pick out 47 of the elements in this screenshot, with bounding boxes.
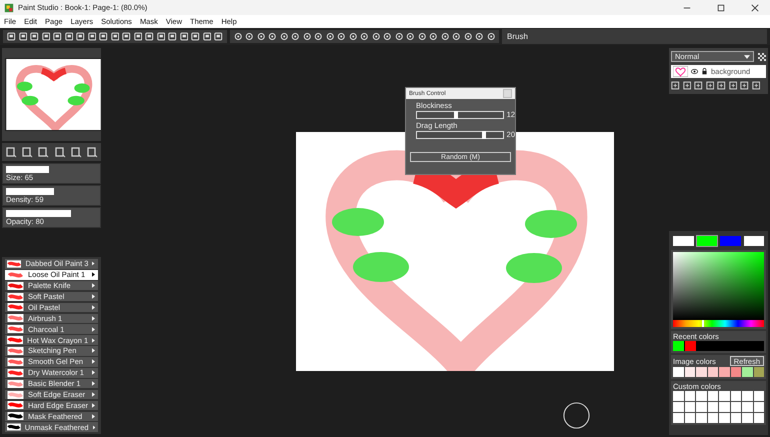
recent-color-swatch[interactable] (673, 341, 684, 351)
image-color-swatch[interactable] (730, 367, 741, 377)
image-color-swatch[interactable] (754, 367, 764, 377)
brush-option-icon[interactable] (5, 146, 18, 158)
layer-thumbnail (673, 66, 688, 77)
caret-icon (744, 54, 750, 58)
slider-track[interactable] (416, 130, 504, 138)
layer-action-icon[interactable] (682, 81, 691, 90)
brush-option-icon[interactable] (70, 146, 82, 158)
drawing-canvas[interactable] (296, 132, 614, 371)
color-slot[interactable] (672, 235, 694, 247)
lock-icon[interactable] (701, 68, 708, 75)
brush-cursor-icon (562, 401, 591, 430)
maximize-icon[interactable] (717, 4, 725, 12)
hue-slider[interactable] (673, 320, 764, 327)
layer-action-icon[interactable] (706, 81, 714, 90)
app-icon (4, 2, 14, 12)
current-tool-label: Brush (502, 29, 767, 44)
brush-option-icon[interactable] (86, 146, 98, 158)
layer-action-icon[interactable] (728, 81, 737, 90)
recent-color-swatch[interactable] (685, 341, 696, 351)
color-slot[interactable] (719, 235, 742, 247)
image-color-swatch[interactable] (708, 367, 718, 377)
transparency-grid-icon[interactable] (758, 52, 766, 60)
layer-action-icon[interactable] (694, 81, 702, 90)
slider-track[interactable] (416, 110, 504, 118)
saturation-value-field[interactable] (673, 252, 764, 320)
layer-action-icon[interactable] (740, 81, 748, 90)
layer-action-icon[interactable] (752, 81, 760, 90)
layer-action-icon[interactable] (671, 81, 680, 90)
image-color-swatch[interactable] (719, 367, 730, 377)
hue-thumb[interactable] (702, 320, 704, 327)
eye-icon[interactable] (691, 68, 698, 75)
brush-option-icon[interactable] (54, 146, 66, 158)
slider-thumb[interactable] (482, 130, 486, 138)
brush-option-icon[interactable] (37, 146, 50, 158)
close-icon[interactable] (751, 4, 759, 12)
custom-color-grid[interactable] (673, 391, 764, 423)
image-color-swatch[interactable] (742, 367, 752, 377)
image-color-swatch[interactable] (696, 367, 706, 377)
color-slot[interactable] (696, 235, 718, 247)
color-slot[interactable] (742, 235, 765, 247)
image-color-swatch[interactable] (673, 367, 684, 377)
image-color-swatch[interactable] (684, 367, 695, 377)
layer-action-icon[interactable] (717, 81, 726, 90)
slider-thumb[interactable] (454, 110, 458, 118)
brush-option-icon[interactable] (21, 146, 34, 158)
